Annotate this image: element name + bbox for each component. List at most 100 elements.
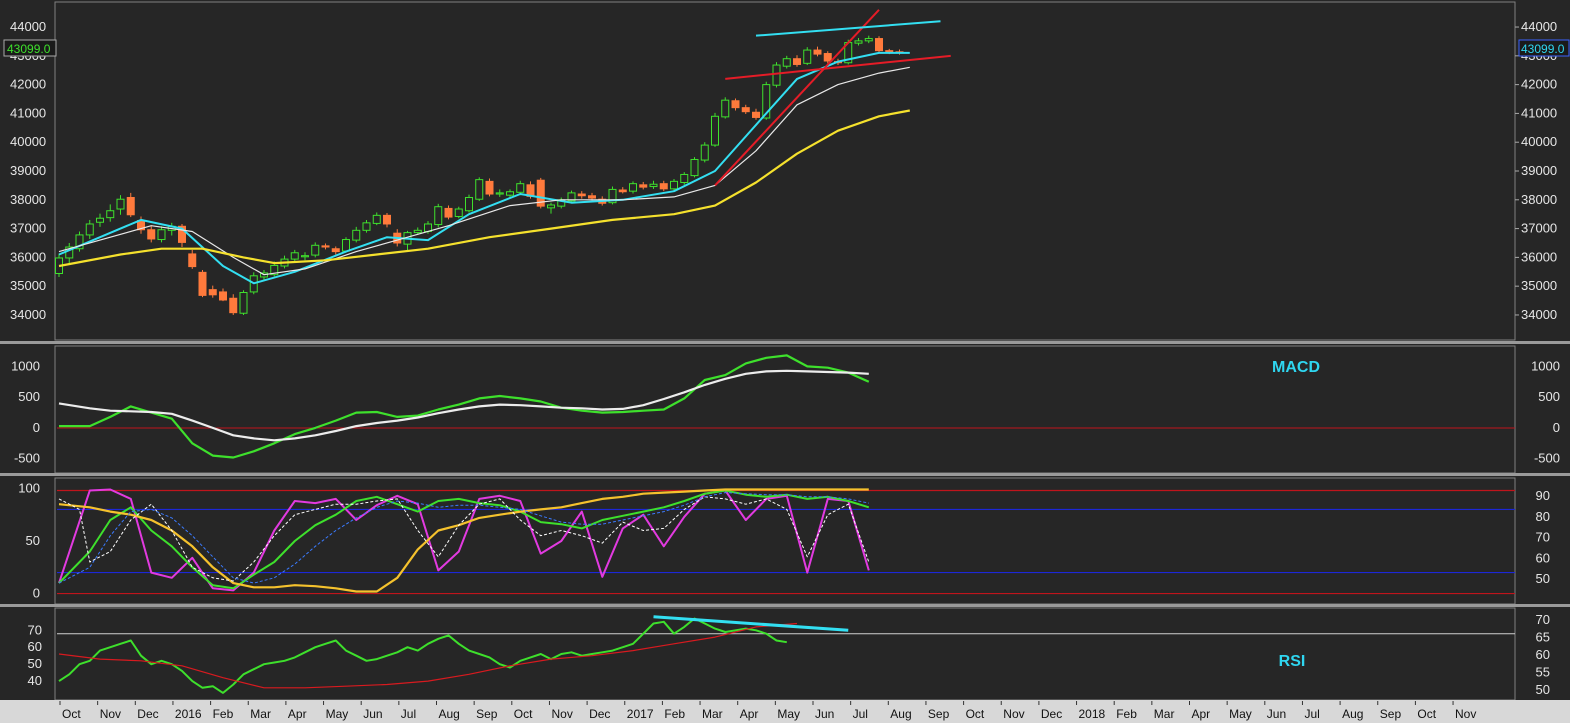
rsi-tick-right: 70 [1536,612,1550,627]
x-tick-label: Aug [1342,707,1363,721]
macd-tick-left: 0 [33,420,40,435]
price-tick-right: 37000 [1521,221,1557,236]
rsi-tick-left: 40 [28,673,42,688]
stoch-tick-right: 80 [1536,509,1550,524]
rsi-tick-right: 50 [1536,682,1550,697]
x-tick-label: Sep [928,707,950,721]
stoch-tick-right: 60 [1536,550,1550,565]
x-tick-label: Mar [250,707,271,721]
rsi-tick-left: 70 [28,622,42,637]
candle-body-up [782,58,791,67]
candle-body-down [639,184,648,188]
candle-body-up [772,64,781,86]
x-tick-label: Apr [288,707,307,721]
candle-body-up [352,229,361,241]
x-tick-label: Oct [514,707,533,721]
price-tick-left: 38000 [10,192,46,207]
candle-body-down [444,207,453,218]
candle-body-up [547,204,555,209]
macd-tick-left: 1000 [11,358,40,373]
candle-body-down [147,229,156,240]
panel-divider [0,473,1570,476]
price-tick-left: 34000 [10,307,46,322]
macd-tick-right: -500 [1534,451,1560,466]
candle-body-up [290,252,299,260]
candle-body-down [208,289,217,296]
candle-body-up [413,229,422,234]
x-tick-label: 2017 [627,707,654,721]
candle-body-down [752,111,760,118]
x-tick-label: Jul [401,707,416,721]
price-tick-left: 35000 [10,278,46,293]
candle-body-up [854,40,863,44]
x-tick-label: Aug [890,707,911,721]
x-tick-label: Nov [100,707,121,721]
price-tick-left: 41000 [10,105,46,120]
panel-divider [0,604,1570,607]
price-tick-right: 34000 [1521,307,1557,322]
panel-divider [0,341,1570,344]
candle-body-down [188,253,197,268]
x-tick-label: Apr [1192,707,1211,721]
candle-body-down [813,49,822,55]
candle-body-up [495,192,504,195]
x-tick-label: Apr [740,707,759,721]
x-tick-label: Sep [1380,707,1402,721]
x-tick-label: May [777,707,800,721]
macd-tick-right: 500 [1538,389,1560,404]
price-tick-right: 36000 [1521,249,1557,264]
candle-body-up [157,229,166,241]
macd-tick-right: 1000 [1531,358,1560,373]
last-price-left-text: 43099.0 [7,42,51,56]
candle-body-down [823,53,832,62]
candle-body-down [885,50,894,53]
x-tick-label: Jul [1305,707,1320,721]
x-tick-label: Oct [62,707,81,721]
price-tick-left: 44000 [10,19,46,34]
x-tick-label: Jul [853,707,868,721]
candle-body-down [219,291,227,301]
candle-body-down [741,107,750,113]
x-tick-label: Oct [966,707,985,721]
stoch-tick-right: 90 [1536,488,1550,503]
x-tick-label: Feb [1116,707,1137,721]
price-tick-right: 41000 [1521,105,1557,120]
macd-tick-right: 0 [1553,420,1560,435]
x-tick-label: Aug [439,707,460,721]
stoch-tick-left: 0 [33,586,40,601]
x-tick-label: May [326,707,349,721]
candle-body-up [106,210,115,219]
price-tick-right: 42000 [1521,77,1557,92]
candle-body-down [659,183,668,190]
candle-body-up [516,183,525,193]
price-tick-left: 42000 [10,77,46,92]
candle-body-up [721,99,730,118]
stoch-tick-right: 50 [1536,571,1550,586]
candle-body-up [362,222,371,231]
chart-root: 34000 34000 35000 35000 36000 36000 37000 37000… [0,0,1570,723]
candle-body-up [700,144,709,161]
x-tick-label: Mar [1154,707,1175,721]
x-tick-label: Feb [213,707,234,721]
candle-body-down [126,196,135,216]
price-tick-right: 38000 [1521,192,1557,207]
x-tick-label: Nov [552,707,573,721]
x-tick-label: Sep [476,707,498,721]
price-tick-left: 40000 [10,134,46,149]
candle-body-down [198,271,207,296]
candle-body-up [96,217,104,223]
x-tick-label: Nov [1455,707,1476,721]
candle-body-down [731,100,740,109]
candle-body-down [229,297,238,314]
x-tick-label: May [1229,707,1252,721]
macd-tick-left: -500 [14,451,40,466]
candle-body-up [649,183,658,188]
candle-body-down [875,38,883,52]
price-tick-left: 39000 [10,163,46,178]
candle-body-up [85,223,94,236]
candle-body-up [311,244,320,256]
rsi-title: RSI [1279,653,1306,670]
candle-body-up [372,214,381,224]
stoch-tick-left: 50 [26,533,40,548]
x-tick-label: Jun [1267,707,1286,721]
